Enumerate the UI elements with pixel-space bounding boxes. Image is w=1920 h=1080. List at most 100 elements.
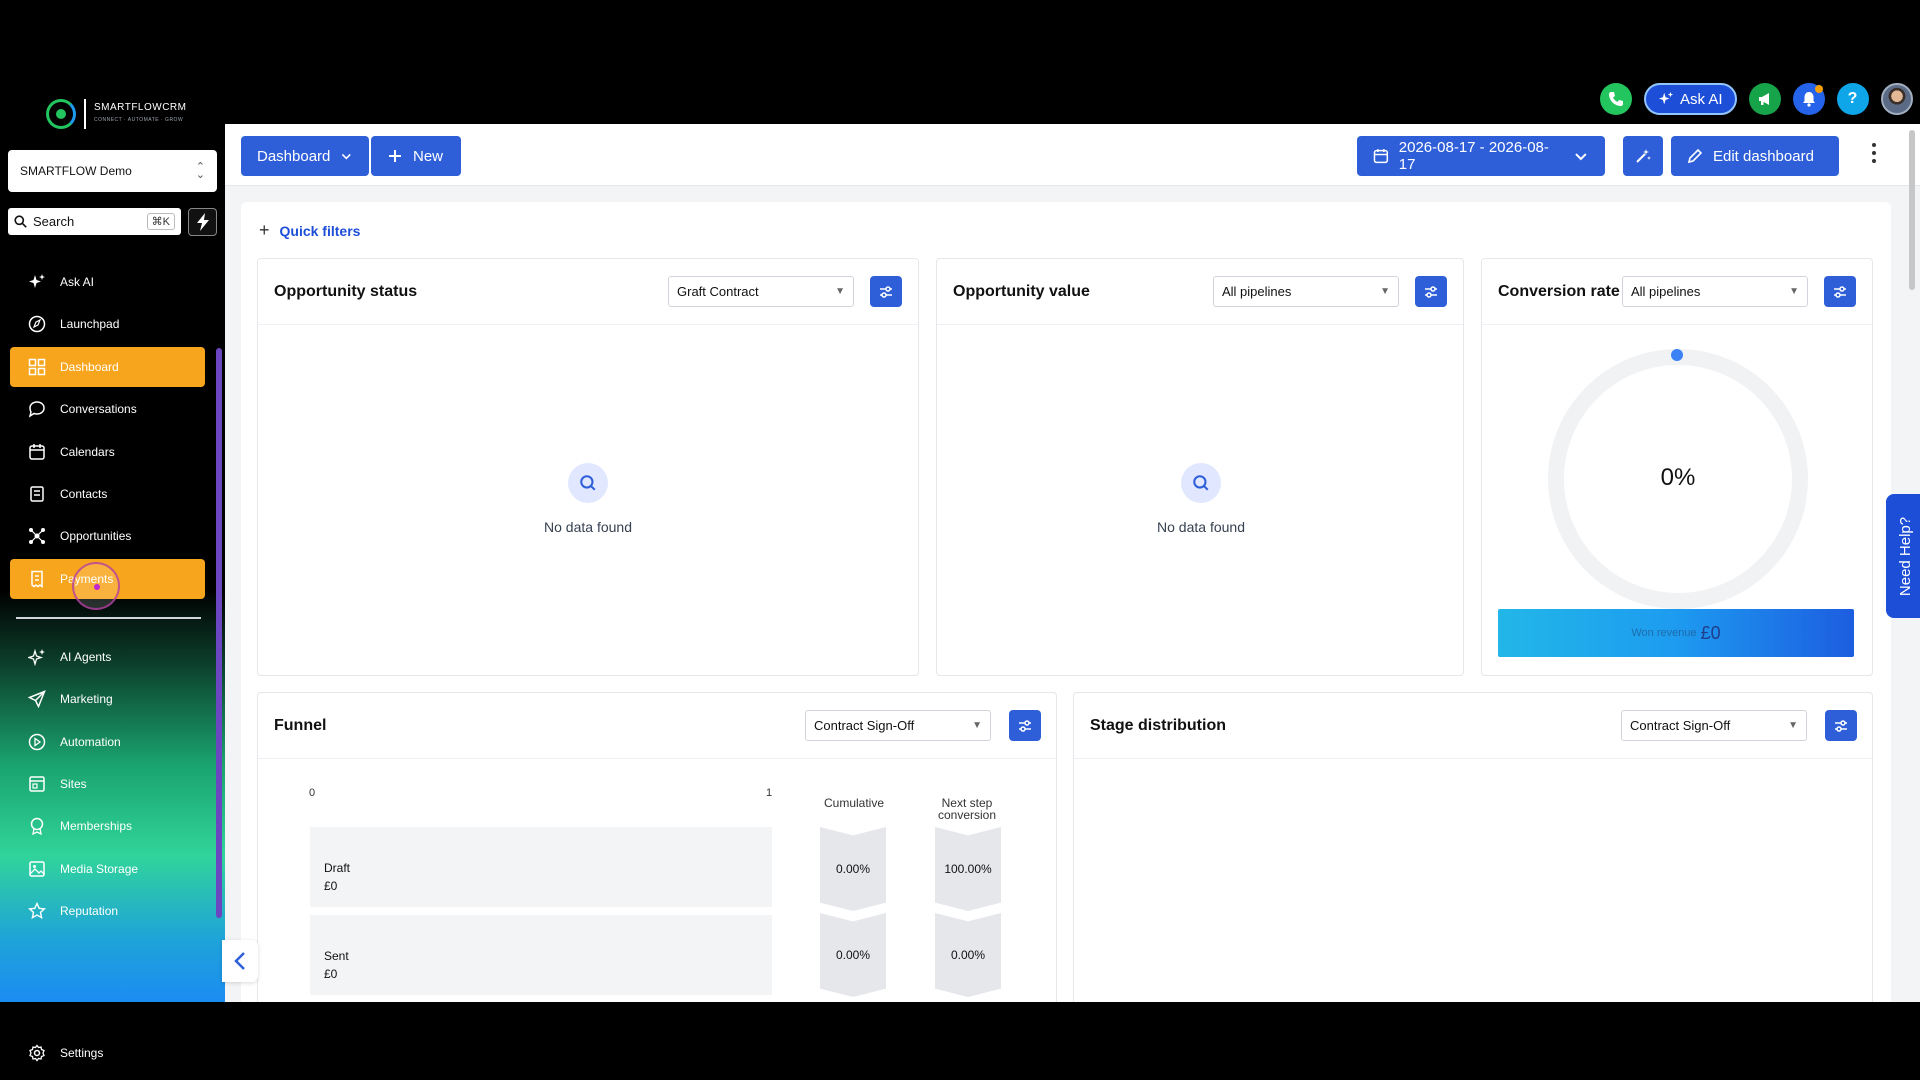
sidebar-item-conversations[interactable]: Conversations — [10, 389, 205, 429]
chevron-down-icon: ▼ — [835, 286, 845, 297]
sparkle-icon — [29, 274, 45, 288]
phone-button[interactable] — [1600, 83, 1632, 115]
sidebar-item-reputation[interactable]: Reputation — [10, 891, 205, 931]
sidebar-divider — [16, 616, 201, 619]
chevron-left-icon — [234, 952, 245, 970]
chevron-down-icon: ▼ — [1380, 286, 1390, 297]
funnel-next-cell: 0.00% — [935, 913, 1001, 997]
badge-icon — [30, 818, 44, 836]
dashboard-content: + Quick filters Opportunity status Graft… — [241, 202, 1891, 1002]
collapse-sidebar-button[interactable] — [222, 940, 258, 982]
page-scrollbar[interactable] — [1909, 130, 1915, 290]
conversion-value: 0% — [1660, 464, 1696, 491]
sidebar: SMARTFLOWCRM CONNECT · AUTOMATE · GROW S… — [0, 88, 225, 1062]
receipt-icon — [31, 570, 43, 588]
chevron-down-icon: ▼ — [1789, 286, 1799, 297]
edit-dashboard-button[interactable]: Edit dashboard — [1671, 136, 1839, 176]
sidebar-item-dashboard[interactable]: Dashboard — [10, 346, 205, 387]
account-switcher[interactable]: SMARTFLOW Demo ⌃ ⌄ — [8, 150, 217, 192]
brand-tagline: CONNECT · AUTOMATE · GROW — [94, 117, 184, 123]
cumulative-header: Cumulative — [823, 796, 885, 810]
ai-insights-button[interactable] — [1623, 136, 1663, 176]
sidebar-item-ask-ai[interactable]: Ask AI — [10, 262, 205, 302]
new-dashboard-button[interactable]: New — [371, 136, 461, 176]
pipeline-select[interactable]: All pipelines ▼ — [1622, 276, 1808, 307]
app-window: SMARTFLOWCRM CONNECT · AUTOMATE · GROW S… — [0, 0, 1920, 1080]
sidebar-item-marketing[interactable]: Marketing — [10, 679, 205, 719]
brand-logo[interactable]: SMARTFLOWCRM CONNECT · AUTOMATE · GROW — [46, 96, 186, 132]
notification-badge — [1814, 85, 1823, 93]
chat-icon — [28, 401, 45, 418]
sidebar-item-launchpad[interactable]: Launchpad — [10, 304, 205, 344]
dashboard-header: Dashboard New 2026-08-17 - 2026-08-17 Ed… — [225, 124, 1920, 186]
account-name: SMARTFLOW Demo — [20, 164, 132, 178]
pipeline-select[interactable]: Graft Contract ▼ — [668, 276, 854, 307]
sliders-icon — [1834, 285, 1846, 298]
pencil-icon — [1687, 148, 1703, 164]
card-filter-button[interactable] — [1825, 710, 1857, 741]
funnel-card: Funnel Contract Sign-Off ▼ 0 1 Cumulativ… — [257, 692, 1057, 1002]
card-title: Funnel — [274, 716, 327, 734]
sites-icon — [29, 776, 45, 792]
plus-icon — [389, 150, 401, 162]
more-options-button[interactable] — [1865, 138, 1883, 168]
chevron-down-icon — [1575, 153, 1587, 161]
contacts-icon — [30, 486, 44, 502]
bolt-icon — [196, 213, 209, 231]
user-avatar[interactable] — [1880, 83, 1913, 115]
sidebar-item-payments[interactable]: Payments — [10, 558, 205, 599]
funnel-stage-amount: £0 — [324, 879, 338, 893]
dashboard-select-button[interactable]: Dashboard — [241, 136, 369, 176]
search-icon — [1193, 475, 1209, 491]
automation-icon — [28, 733, 46, 750]
sliders-icon — [1019, 719, 1031, 732]
funnel-row[interactable]: Sent £0 — [310, 915, 772, 995]
pipeline-select[interactable]: Contract Sign-Off ▼ — [1621, 710, 1807, 741]
brand-name: SMARTFLOWCRM — [94, 102, 187, 113]
opportunity-status-card: Opportunity status Graft Contract ▼ No d… — [257, 258, 919, 676]
chevron-down-icon — [342, 153, 352, 160]
sidebar-scrollbar[interactable] — [216, 348, 222, 918]
pipeline-select[interactable]: All pipelines ▼ — [1213, 276, 1399, 307]
sidebar-item-opportunities[interactable]: Opportunities — [10, 516, 205, 556]
empty-state: No data found — [488, 463, 688, 535]
quick-filters-button[interactable]: + Quick filters — [259, 220, 360, 241]
funnel-row[interactable]: Draft £0 — [310, 827, 772, 907]
card-filter-button[interactable] — [1824, 276, 1856, 307]
funnel-next-cell: 100.00% — [935, 827, 1001, 911]
sidebar-item-calendars[interactable]: Calendars — [10, 432, 205, 472]
main-area: Dashboard New 2026-08-17 - 2026-08-17 Ed… — [225, 124, 1920, 1002]
sidebar-item-media-storage[interactable]: Media Storage — [10, 849, 205, 889]
need-help-button[interactable]: Need Help? — [1886, 494, 1920, 618]
calendar-icon — [1373, 149, 1389, 164]
date-range-picker[interactable]: 2026-08-17 - 2026-08-17 — [1357, 136, 1605, 176]
sidebar-item-sites[interactable]: Sites — [10, 764, 205, 804]
search-input[interactable]: Search ⌘K — [8, 208, 181, 235]
quick-action-button[interactable] — [188, 208, 217, 236]
sidebar-item-ai-agents[interactable]: AI Agents — [10, 637, 205, 677]
funnel-stage-name: Sent — [324, 949, 349, 963]
announcements-button[interactable] — [1748, 83, 1781, 115]
sidebar-item-memberships[interactable]: Memberships — [10, 806, 205, 846]
card-filter-button[interactable] — [1415, 276, 1447, 307]
search-icon — [580, 475, 596, 491]
bell-icon — [1802, 92, 1815, 107]
conversion-rate-card: Conversion rate All pipelines ▼ 0% Won r… — [1481, 258, 1873, 676]
ask-ai-button[interactable]: Ask AI — [1644, 83, 1737, 115]
sliders-icon — [1835, 719, 1847, 732]
sidebar-item-automation[interactable]: Automation — [10, 722, 205, 762]
card-filter-button[interactable] — [870, 276, 902, 307]
funnel-cumulative-cell: 0.00% — [820, 827, 886, 911]
sidebar-nav: Ask AI Launchpad Dashboard Conversations… — [10, 262, 205, 933]
card-title: Opportunity status — [274, 282, 418, 300]
funnel-cumulative-cell: 0.00% — [820, 913, 886, 997]
help-button[interactable]: ? — [1836, 83, 1869, 115]
sidebar-item-contacts[interactable]: Contacts — [10, 474, 205, 514]
grid-icon — [28, 358, 46, 376]
sliders-icon — [880, 285, 892, 298]
notifications-button[interactable] — [1792, 83, 1825, 115]
sliders-icon — [1425, 285, 1437, 298]
sidebar-item-settings[interactable]: Settings — [10, 1033, 205, 1073]
card-filter-button[interactable] — [1009, 710, 1041, 741]
pipeline-select[interactable]: Contract Sign-Off ▼ — [805, 710, 991, 741]
